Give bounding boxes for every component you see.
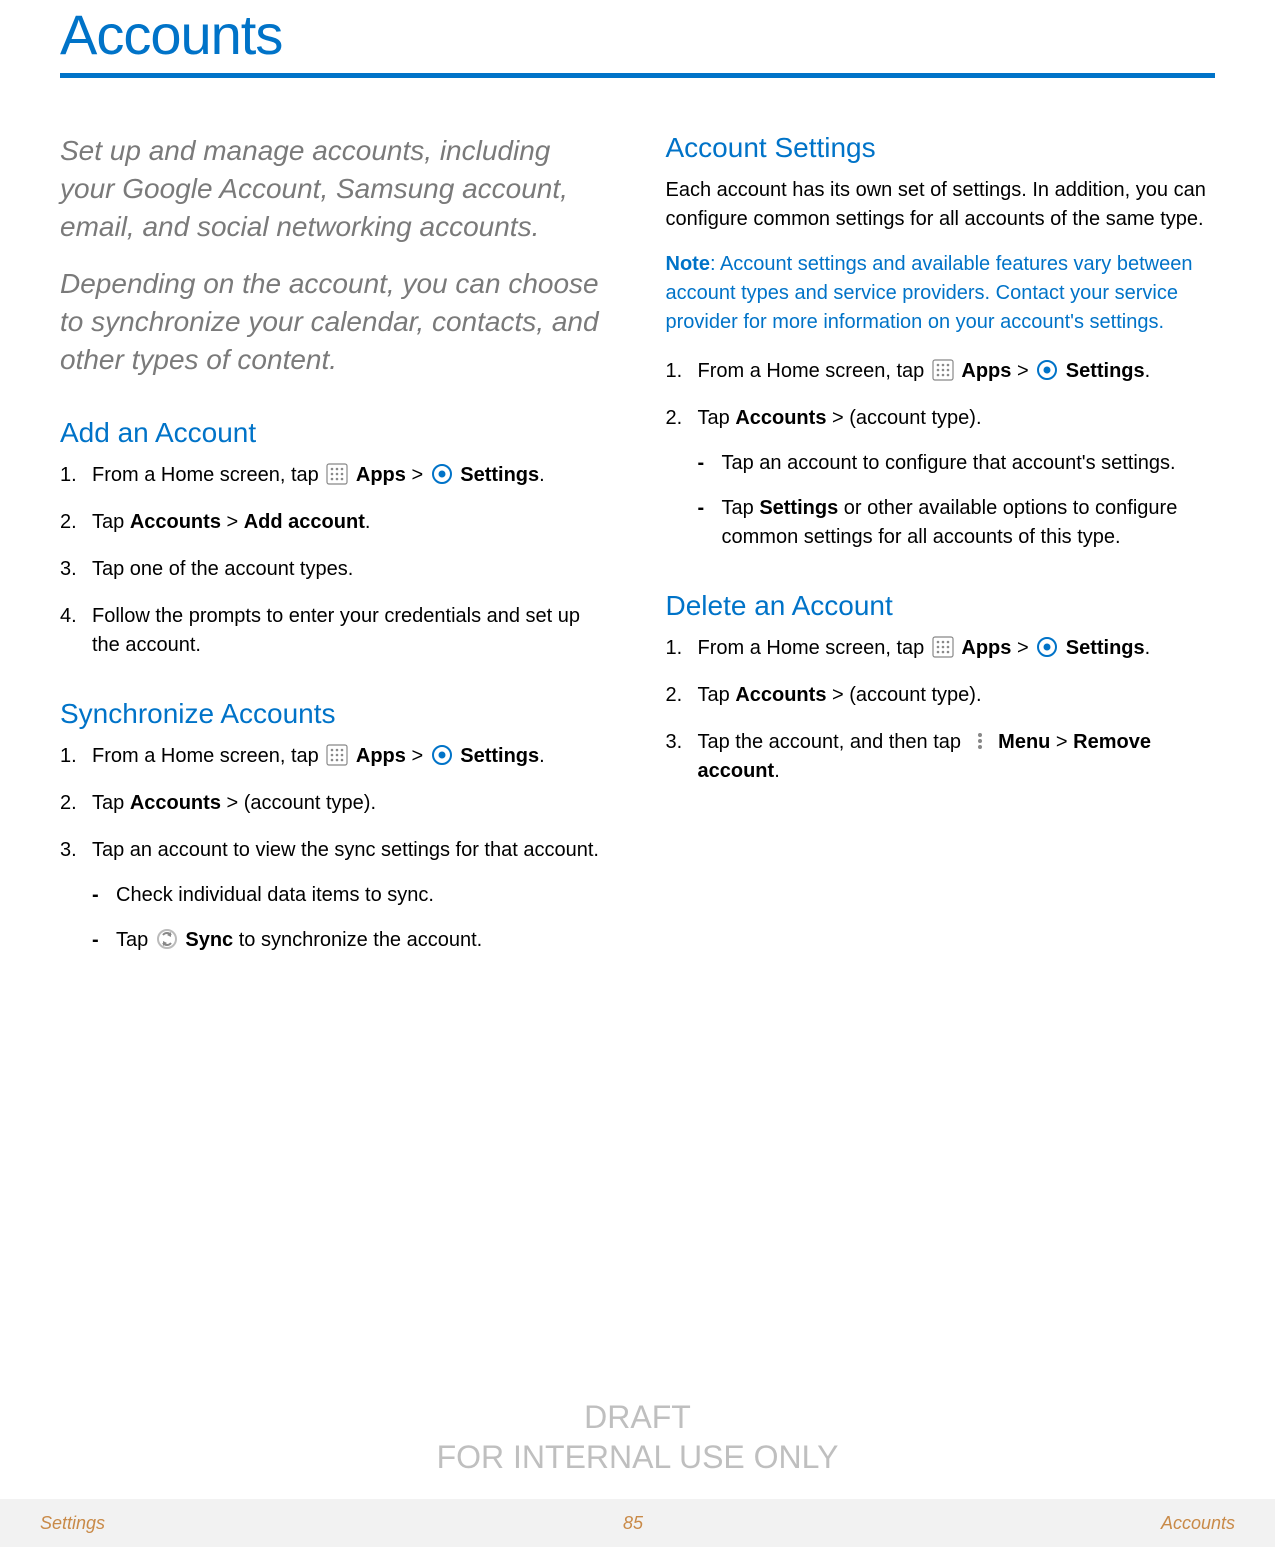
text: > (account type). [826,407,981,429]
settings-sub-1: Tap an account to configure that account… [698,449,1216,478]
sync-step-3: Tap an account to view the sync settings… [60,836,610,955]
apps-icon [932,636,954,658]
text: Apps [356,464,406,486]
heading-delete-account: Delete an Account [666,590,1216,622]
account-settings-note: Note: Account settings and available fea… [666,250,1216,337]
text: Tap [698,407,736,429]
text: Settings [759,497,838,519]
text: Accounts [130,792,221,814]
text: > [1050,731,1073,753]
text: Tap the account, and then tap [698,731,967,753]
note-text: : Account settings and available feature… [666,253,1193,333]
right-column: Account Settings Each account has its ow… [666,132,1216,973]
settings-step-2: Tap Accounts > (account type). Tap an ac… [666,404,1216,552]
text: Apps [961,360,1011,382]
text: . [539,745,545,767]
text: From a Home screen, tap [698,360,930,382]
text: > [411,745,428,767]
footer: Settings 85 Accounts [0,1499,1275,1547]
text: > [411,464,428,486]
text: > [1017,360,1034,382]
delete-step-2: Tap Accounts > (account type). [666,681,1216,710]
text: Tap [698,684,736,706]
footer-page-number: 85 [623,1513,643,1534]
title-rule [60,73,1215,78]
footer-left: Settings [40,1513,105,1534]
text: . [1145,637,1151,659]
apps-icon [326,744,348,766]
text: Sync [185,929,233,951]
text: Tap [722,497,760,519]
text: > [221,511,244,533]
account-settings-intro: Each account has its own set of settings… [666,176,1216,234]
sync-step-2: Tap Accounts > (account type). [60,789,610,818]
text: From a Home screen, tap [92,745,324,767]
page-title: Accounts [60,0,1215,67]
add-step-2: Tap Accounts > Add account. [60,508,610,537]
settings-steps: From a Home screen, tap Apps > Settings.… [666,357,1216,552]
apps-icon [932,359,954,381]
sync-sub-2: Tap Sync to synchronize the account. [92,926,610,955]
text: . [1145,360,1151,382]
add-step-1: From a Home screen, tap Apps > Settings. [60,461,610,490]
delete-step-3: Tap the account, and then tap Menu > Rem… [666,728,1216,786]
delete-step-1: From a Home screen, tap Apps > Settings. [666,634,1216,663]
note-label: Note [666,253,710,275]
columns: Set up and manage accounts, including yo… [60,132,1215,973]
settings-substeps: Tap an account to configure that account… [698,449,1216,552]
heading-add-account: Add an Account [60,417,610,449]
delete-steps: From a Home screen, tap Apps > Settings.… [666,634,1216,786]
settings-icon [1036,359,1058,381]
menu-icon [969,730,991,752]
intro-paragraph-1: Set up and manage accounts, including yo… [60,132,610,245]
text: Accounts [735,684,826,706]
sync-steps: From a Home screen, tap Apps > Settings.… [60,742,610,955]
text: > (account type). [826,684,981,706]
text: . [539,464,545,486]
text: Accounts [130,511,221,533]
footer-right: Accounts [1161,1513,1235,1534]
settings-icon [431,744,453,766]
text: > [1017,637,1034,659]
text: Settings [460,745,539,767]
settings-icon [431,463,453,485]
text: Menu [998,731,1050,753]
text: . [774,760,780,782]
text: Tap [116,929,154,951]
watermark: DRAFT FOR INTERNAL USE ONLY [0,1397,1275,1477]
text: Accounts [735,407,826,429]
text: Tap [92,511,130,533]
settings-icon [1036,636,1058,658]
text: Settings [1066,360,1145,382]
add-step-4: Follow the prompts to enter your credent… [60,602,610,660]
text: Tap an account to view the sync settings… [92,839,599,861]
sync-sub-1: Check individual data items to sync. [92,881,610,910]
text: From a Home screen, tap [92,464,324,486]
text: to synchronize the account. [233,929,482,951]
text: Apps [356,745,406,767]
text: Settings [460,464,539,486]
watermark-line-2: FOR INTERNAL USE ONLY [0,1437,1275,1477]
left-column: Set up and manage accounts, including yo… [60,132,610,973]
add-step-3: Tap one of the account types. [60,555,610,584]
sync-substeps: Check individual data items to sync. Tap… [92,881,610,955]
add-steps: From a Home screen, tap Apps > Settings.… [60,461,610,660]
watermark-line-1: DRAFT [0,1397,1275,1437]
text: Settings [1066,637,1145,659]
text: > (account type). [221,792,376,814]
settings-sub-2: Tap Settings or other available options … [698,494,1216,552]
text: From a Home screen, tap [698,637,930,659]
sync-icon [156,928,178,950]
intro-paragraph-2: Depending on the account, you can choose… [60,265,610,378]
text: . [365,511,371,533]
text: Apps [961,637,1011,659]
heading-account-settings: Account Settings [666,132,1216,164]
heading-sync-accounts: Synchronize Accounts [60,698,610,730]
text: Add account [244,511,365,533]
sync-step-1: From a Home screen, tap Apps > Settings. [60,742,610,771]
settings-step-1: From a Home screen, tap Apps > Settings. [666,357,1216,386]
text: Tap [92,792,130,814]
apps-icon [326,463,348,485]
